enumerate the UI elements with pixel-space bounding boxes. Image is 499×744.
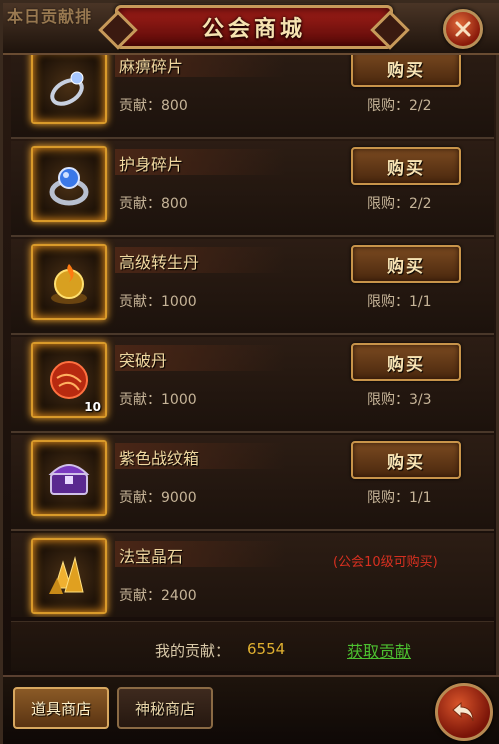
item-cost: 贡献：800 (119, 98, 188, 114)
item-cost: 贡献：1000 (119, 392, 197, 408)
back-arrow-icon (452, 701, 474, 722)
tab-mystery-shop[interactable]: 神秘商店 (117, 687, 213, 729)
ring-icon (50, 71, 84, 106)
back-button[interactable] (435, 683, 493, 741)
tab-item-shop[interactable]: 道具商店 (13, 687, 109, 729)
my-contribution-label: 我的贡献： (155, 642, 231, 660)
item-limit: 限购：3/3 (367, 392, 432, 408)
contribution-bar: 我的贡献： 6554 获取贡献 (11, 621, 494, 671)
buy-button[interactable]: 购买 (351, 441, 461, 479)
buy-button[interactable]: 购买 (351, 147, 461, 185)
guild-shop-window: 本日贡献排 公会商城 麻痹碎片 贡献：800 购买 限购：2/2 护身碎片 贡献… (0, 0, 499, 744)
item-name: 紫色战纹箱 (119, 449, 200, 468)
item-cost: 贡献：2400 (119, 588, 197, 604)
purchase-requirement: (公会10级可购买) (333, 555, 438, 570)
list-item: 10 突破丹 贡献：1000 购买 限购：3/3 (11, 337, 494, 433)
item-cost: 贡献：800 (119, 196, 188, 212)
crystal-icon (49, 556, 84, 594)
buy-button[interactable]: 购买 (351, 343, 461, 381)
item-name: 麻痹碎片 (119, 57, 184, 76)
item-icon-frame[interactable]: 10 (31, 342, 107, 418)
item-limit: 限购：2/2 (367, 98, 432, 114)
item-count: 10 (84, 400, 101, 414)
item-cost: 贡献：9000 (119, 490, 197, 506)
list-item: 高级转生丹 贡献：1000 购买 限购：1/1 (11, 239, 494, 335)
page-title: 公会商城 (201, 16, 306, 42)
item-icon-frame[interactable] (31, 244, 107, 320)
title-plate: 公会商城 (115, 5, 393, 49)
header-left-text: 本日贡献排 (7, 7, 93, 26)
list-item: 紫色战纹箱 贡献：9000 购买 限购：1/1 (11, 435, 494, 531)
list-item: 法宝晶石 贡献：2400 (公会10级可购买) (11, 533, 494, 617)
gem-ring-icon (49, 167, 89, 206)
item-list[interactable]: 麻痹碎片 贡献：800 购买 限购：2/2 护身碎片 贡献：800 购买 限购：… (11, 55, 494, 617)
item-limit: 限购：1/1 (367, 294, 432, 310)
item-icon-frame[interactable] (31, 440, 107, 516)
buy-button[interactable]: 购买 (351, 245, 461, 283)
item-cost: 贡献：1000 (119, 294, 197, 310)
item-limit: 限购：2/2 (367, 196, 432, 212)
list-item: 护身碎片 贡献：800 购买 限购：2/2 (11, 141, 494, 237)
buy-button[interactable]: 购买 (351, 55, 461, 87)
item-icon-frame[interactable] (31, 146, 107, 222)
bottom-bar: 道具商店 神秘商店 (3, 675, 499, 744)
my-contribution-value: 6554 (247, 640, 286, 658)
purple-chest-icon (48, 464, 90, 495)
item-icon-frame[interactable] (31, 538, 107, 614)
header: 本日贡献排 公会商城 (3, 3, 499, 55)
item-name: 法宝晶石 (119, 547, 184, 566)
item-name: 突破丹 (119, 351, 168, 370)
golden-pill-icon (51, 264, 87, 304)
close-icon (455, 21, 471, 37)
close-button[interactable] (443, 9, 483, 49)
item-icon-frame[interactable] (31, 55, 107, 124)
item-name: 高级转生丹 (119, 253, 200, 272)
get-contribution-link[interactable]: 获取贡献 (347, 638, 411, 662)
item-limit: 限购：1/1 (367, 490, 432, 506)
list-item: 麻痹碎片 贡献：800 购买 限购：2/2 (11, 55, 494, 139)
item-name: 护身碎片 (119, 155, 184, 174)
